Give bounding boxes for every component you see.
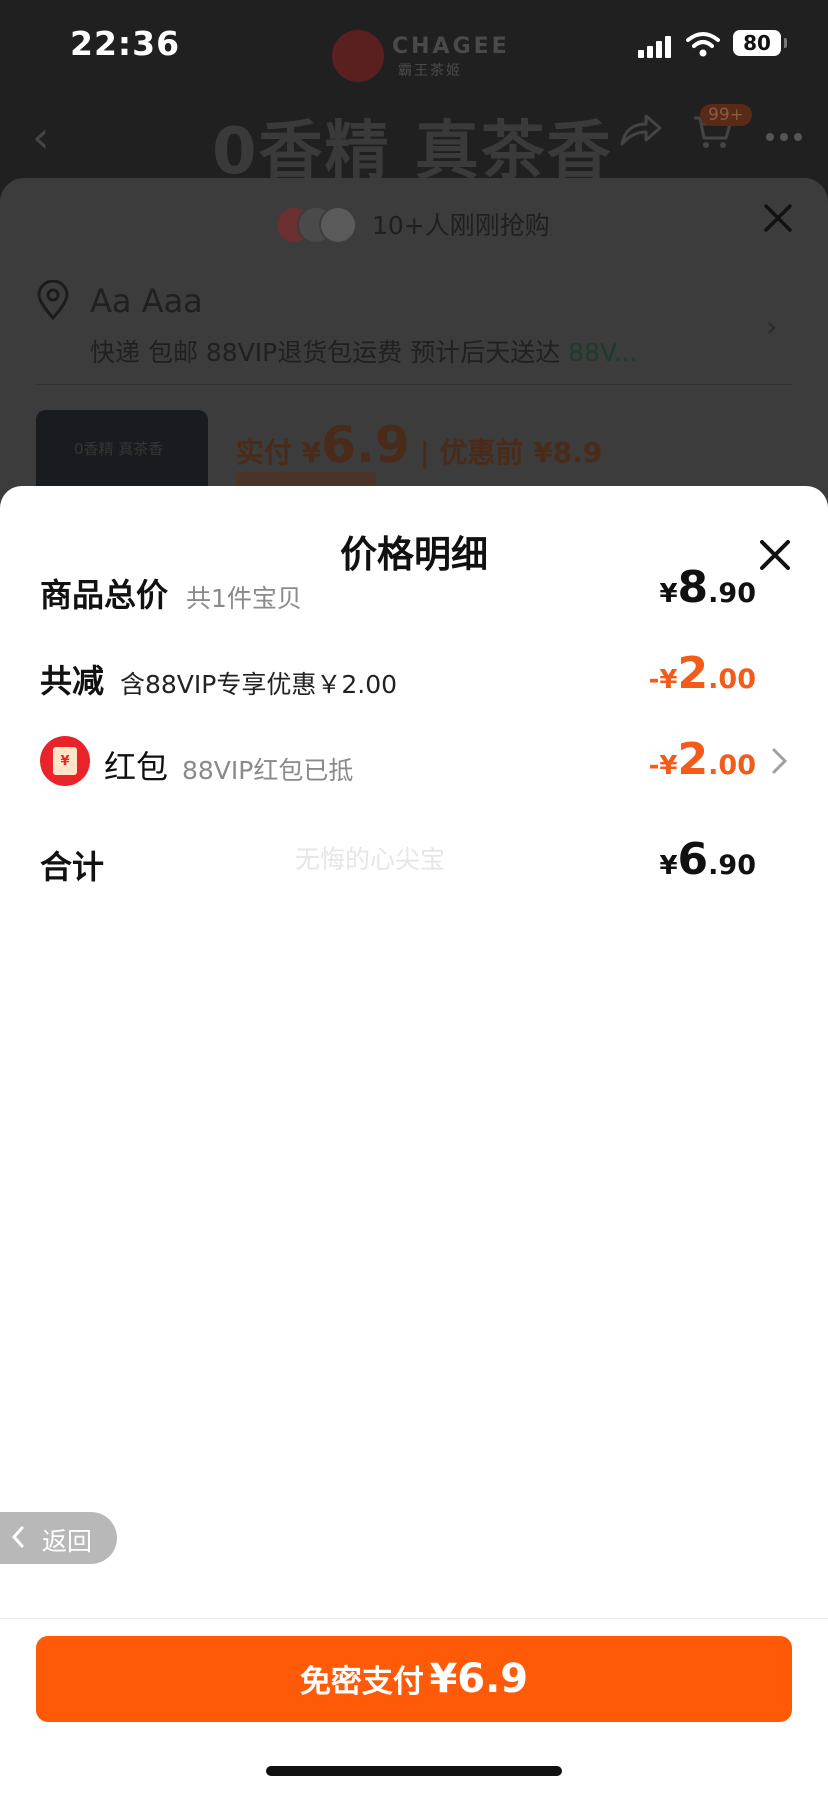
subtotal-amount: ¥8.90 [659, 562, 756, 613]
red-packet-note: 88VIP红包已抵 [182, 756, 354, 785]
total-amount: ¥6.90 [659, 834, 756, 885]
delivery-info: 快递 包邮 88VIP退货包运费 预计后天送达 88V... [90, 333, 638, 369]
red-packet-label: 红包 [104, 748, 169, 786]
paid-label: 实付 ¥ [236, 436, 322, 469]
chevron-left-icon [11, 1526, 24, 1548]
paid-value: 6.9 [321, 416, 410, 474]
order-close-icon[interactable] [760, 200, 796, 236]
recent-buyers-text: 10+人刚刚抢购 [372, 211, 550, 240]
price-detail-panel: 价格明细 商品总价 共1件宝贝 ¥8.90 共减 含88VIP专享优惠￥2.00… [0, 486, 828, 1792]
chagee-logo-icon [332, 30, 384, 82]
status-time: 22:36 [70, 24, 181, 63]
pay-amount: ¥6.9 [429, 1656, 529, 1702]
address-chevron-icon[interactable]: › [766, 310, 777, 343]
vip-discount-note: 含88VIP专享优惠￥2.00 [120, 670, 398, 699]
delivery-text: 快递 包邮 88VIP退货包运费 预计后天送达 [90, 338, 561, 367]
chevron-right-icon[interactable] [770, 744, 790, 778]
discount-amount: -¥2.00 [648, 648, 756, 699]
battery-indicator: 80 [733, 30, 787, 56]
subtotal-row: 商品总价 共1件宝贝 ¥8.90 [0, 560, 828, 620]
wifi-icon [686, 32, 720, 57]
location-pin-icon [37, 280, 69, 320]
delivery-vip-text: 88V... [568, 338, 638, 367]
pay-button[interactable]: 免密支付 ¥6.9 [36, 1636, 792, 1722]
discount-label: 共减 [40, 662, 105, 700]
red-packet-amount: -¥2.00 [648, 734, 756, 785]
price-before-discount: | 优惠前 ¥8.9 [419, 436, 603, 469]
order-sheet: 10+人刚刚抢购 Aa Aaa 快递 包邮 88VIP退货包运费 预计后天送达 … [0, 178, 828, 520]
total-label: 合计 [40, 848, 105, 886]
status-bar: 22:36 CHAGEE 霸王茶姬 80 [0, 0, 828, 96]
red-packet-row[interactable]: ¥ 红包 88VIP红包已抵 -¥2.00 [0, 732, 828, 792]
thumbnail-title: 0香精 真茶香 [74, 440, 164, 458]
brand-name: CHAGEE [392, 34, 510, 59]
watermark-text: 无悔的心尖宝 [295, 845, 446, 874]
pay-label: 免密支付 [299, 1664, 424, 1700]
cellular-signal-icon [638, 36, 674, 58]
discount-row: 共减 含88VIP专享优惠￥2.00 -¥2.00 [0, 646, 828, 706]
home-indicator [266, 1766, 562, 1776]
back-label: 返回 [42, 1527, 93, 1556]
red-packet-icon: ¥ [40, 736, 90, 786]
item-count: 共1件宝贝 [186, 584, 302, 613]
order-price: 实付 ¥6.9 | 优惠前 ¥8.9 [236, 416, 602, 474]
more-icon[interactable] [766, 126, 826, 141]
back-button[interactable]: 返回 [0, 1512, 117, 1564]
divider [36, 384, 792, 385]
cart-badge: 99+ [700, 104, 752, 126]
subtotal-label: 商品总价 [40, 576, 169, 614]
share-icon[interactable] [618, 110, 664, 150]
brand-subtitle: 霸王茶姬 [398, 63, 462, 79]
back-icon[interactable]: ‹ [32, 112, 50, 163]
address-name[interactable]: Aa Aaa [90, 282, 203, 320]
